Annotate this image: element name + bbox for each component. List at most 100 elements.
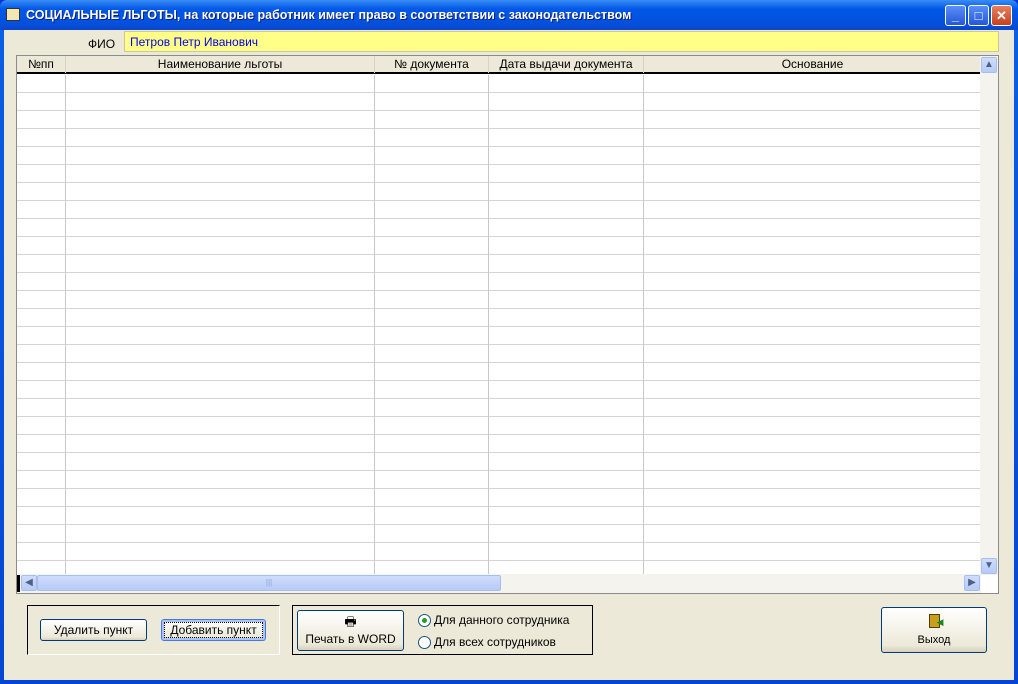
table-cell[interactable] (17, 525, 66, 543)
table-cell[interactable] (66, 237, 375, 255)
table-cell[interactable] (489, 327, 644, 345)
table-cell[interactable] (489, 183, 644, 201)
table-row[interactable] (17, 525, 981, 543)
table-row[interactable] (17, 507, 981, 525)
table-cell[interactable] (375, 399, 489, 417)
table-cell[interactable] (489, 381, 644, 399)
table-cell[interactable] (375, 165, 489, 183)
table-cell[interactable] (66, 273, 375, 291)
table-cell[interactable] (375, 471, 489, 489)
close-button[interactable]: ✕ (991, 5, 1012, 26)
table-row[interactable] (17, 183, 981, 201)
scroll-up-button[interactable]: ▲ (981, 57, 997, 73)
table-cell[interactable] (66, 165, 375, 183)
table-cell[interactable] (375, 255, 489, 273)
table-cell[interactable] (17, 489, 66, 507)
table-cell[interactable] (375, 129, 489, 147)
table-cell[interactable] (17, 93, 66, 111)
table-cell[interactable] (17, 309, 66, 327)
table-row[interactable] (17, 165, 981, 183)
table-row[interactable] (17, 309, 981, 327)
table-cell[interactable] (66, 471, 375, 489)
table-cell[interactable] (489, 255, 644, 273)
add-item-button[interactable]: Добавить пункт (161, 619, 266, 641)
table-cell[interactable] (17, 219, 66, 237)
table-cell[interactable] (489, 219, 644, 237)
table-cell[interactable] (66, 345, 375, 363)
table-cell[interactable] (375, 345, 489, 363)
table-row[interactable] (17, 93, 981, 111)
table-row[interactable] (17, 273, 981, 291)
table-cell[interactable] (375, 363, 489, 381)
table-cell[interactable] (375, 453, 489, 471)
table-row[interactable] (17, 75, 981, 93)
col-header-basis[interactable]: Основание (644, 56, 981, 73)
table-cell[interactable] (489, 291, 644, 309)
table-row[interactable] (17, 201, 981, 219)
table-cell[interactable] (17, 111, 66, 129)
fio-field[interactable]: Петров Петр Иванович (124, 31, 999, 52)
table-cell[interactable] (17, 453, 66, 471)
radio-circle-selected[interactable] (418, 613, 431, 627)
table-cell[interactable] (375, 93, 489, 111)
table-cell[interactable] (489, 363, 644, 381)
table-cell[interactable] (17, 147, 66, 165)
table-cell[interactable] (17, 561, 66, 575)
table-cell[interactable] (66, 561, 375, 575)
table-cell[interactable] (489, 273, 644, 291)
table-cell[interactable] (375, 111, 489, 129)
exit-button[interactable]: ◀ Выход (881, 607, 987, 653)
table-cell[interactable] (489, 165, 644, 183)
table-cell[interactable] (489, 507, 644, 525)
table-cell[interactable] (66, 75, 375, 93)
col-header-doc-number[interactable]: № документа (375, 56, 489, 73)
table-cell[interactable] (375, 201, 489, 219)
horizontal-scrollbar[interactable]: ◀ ||| ▶ (17, 574, 981, 593)
table-cell[interactable] (375, 435, 489, 453)
table-cell[interactable] (375, 291, 489, 309)
table-cell[interactable] (66, 291, 375, 309)
table-cell[interactable] (66, 111, 375, 129)
table-cell[interactable] (489, 345, 644, 363)
table-cell[interactable] (489, 489, 644, 507)
table-row[interactable] (17, 399, 981, 417)
table-row[interactable] (17, 363, 981, 381)
table-cell[interactable] (17, 471, 66, 489)
table-cell[interactable] (66, 93, 375, 111)
table-cell[interactable] (375, 327, 489, 345)
table-row[interactable] (17, 435, 981, 453)
table-row[interactable] (17, 111, 981, 129)
table-cell[interactable] (66, 255, 375, 273)
table-cell[interactable] (489, 453, 644, 471)
table-row[interactable] (17, 291, 981, 309)
table-row[interactable] (17, 219, 981, 237)
table-cell[interactable] (489, 93, 644, 111)
table-cell[interactable] (17, 291, 66, 309)
table-row[interactable] (17, 471, 981, 489)
table-cell[interactable] (17, 363, 66, 381)
table-cell[interactable] (375, 525, 489, 543)
table-cell[interactable] (66, 381, 375, 399)
col-header-doc-date[interactable]: Дата выдачи документа (489, 56, 644, 73)
maximize-button[interactable]: □ (968, 5, 989, 26)
table-cell[interactable] (489, 237, 644, 255)
table-cell[interactable] (17, 399, 66, 417)
table-cell[interactable] (489, 309, 644, 327)
table-cell[interactable] (375, 489, 489, 507)
table-cell[interactable] (489, 147, 644, 165)
table-cell[interactable] (66, 525, 375, 543)
table-cell[interactable] (17, 183, 66, 201)
table-cell[interactable] (66, 417, 375, 435)
table-cell[interactable] (66, 543, 375, 561)
title-bar[interactable]: СОЦИАЛЬНЫЕ ЛЬГОТЫ, на которые работник и… (0, 0, 1018, 30)
table-cell[interactable] (489, 129, 644, 147)
table-cell[interactable] (66, 507, 375, 525)
table-row[interactable] (17, 543, 981, 561)
table-cell[interactable] (17, 417, 66, 435)
minimize-button[interactable]: _ (945, 5, 966, 26)
horizontal-scroll-thumb[interactable]: ||| (37, 575, 501, 591)
scroll-right-button[interactable]: ▶ (964, 575, 980, 591)
scroll-down-button[interactable]: ▼ (981, 558, 997, 574)
vertical-scrollbar[interactable]: ▲ ▼ (980, 56, 998, 575)
table-cell[interactable] (375, 183, 489, 201)
